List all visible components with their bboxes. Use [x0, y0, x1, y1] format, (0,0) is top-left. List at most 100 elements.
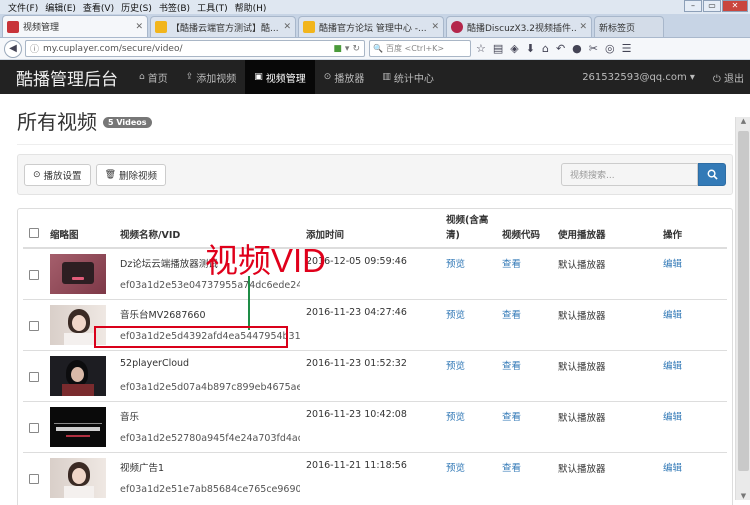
- video-thumbnail[interactable]: [50, 407, 106, 447]
- delete-video-button[interactable]: 🗑 删除视频: [95, 163, 167, 186]
- edit-link[interactable]: 编辑: [663, 358, 724, 372]
- video-thumbnail[interactable]: [50, 254, 106, 294]
- browser-tab-video-manage[interactable]: 视频管理 ✕: [2, 15, 148, 37]
- browser-tab-cloud-test[interactable]: 【酷播云端官方测试】酷... ✕: [150, 16, 296, 37]
- shield-icon[interactable]: ■: [333, 44, 342, 54]
- col-action: 操作: [660, 209, 727, 249]
- home-icon[interactable]: ⌂: [542, 42, 549, 55]
- edit-link[interactable]: 编辑: [663, 256, 724, 270]
- menu-file[interactable]: 文件(F): [8, 1, 38, 14]
- nav-add-video[interactable]: ⇪ 添加视频: [177, 60, 246, 94]
- window-controls: – ▭ ✕: [684, 0, 748, 12]
- search-button[interactable]: [698, 163, 726, 186]
- play-settings-button[interactable]: ⊙ 播放设置: [24, 163, 91, 186]
- menu-edit[interactable]: 编辑(E): [45, 1, 76, 14]
- browser-search-input[interactable]: 🔍 百度 <Ctrl+K>: [369, 40, 471, 57]
- folder-favicon-icon: [303, 21, 315, 33]
- search-placeholder: 视频搜索...: [570, 171, 615, 181]
- player-name: 默认播放器: [558, 362, 606, 373]
- col-code: 视频代码: [499, 209, 555, 249]
- video-vid: ef03a1d2e5d07a4b897c899eb4675ae8: [120, 382, 300, 393]
- button-label: 播放设置: [43, 170, 82, 182]
- browser-tab-forum-admin[interactable]: 酷播官方论坛 管理中心 -... ✕: [298, 16, 444, 37]
- view-code-link[interactable]: 查看: [502, 256, 552, 270]
- preview-link[interactable]: 预览: [446, 409, 496, 423]
- dropdown-icon[interactable]: ▾: [345, 44, 350, 54]
- menu-history[interactable]: 历史(S): [121, 1, 152, 14]
- menu-tools[interactable]: 工具(T): [197, 1, 228, 14]
- nav-stats[interactable]: ▥ 统计中心: [373, 60, 443, 94]
- user-menu[interactable]: 261532593@qq.com ▾: [582, 72, 695, 83]
- menu-help[interactable]: 帮助(H): [235, 1, 267, 14]
- video-name: 音乐: [120, 412, 140, 423]
- reload-icon[interactable]: ↻: [352, 44, 360, 54]
- scroll-down-icon[interactable]: ▼: [736, 492, 750, 500]
- browser-tab-discuz-plugin[interactable]: 酷播DiscuzX3.2视频插件... ✕: [446, 16, 592, 37]
- maximize-button[interactable]: ▭: [703, 0, 721, 12]
- row-checkbox[interactable]: [29, 474, 39, 484]
- nav-video-manage[interactable]: ▣ 视频管理: [245, 60, 315, 94]
- minimize-button[interactable]: –: [684, 0, 702, 12]
- reading-list-icon[interactable]: ▤: [493, 42, 503, 55]
- folder-favicon-icon: [155, 21, 167, 33]
- col-video: 视频(含高清): [443, 209, 499, 249]
- browser-tab-new[interactable]: 新标签页: [594, 16, 664, 37]
- undo-icon[interactable]: ↶: [556, 42, 565, 55]
- sync-icon[interactable]: ◎: [605, 42, 615, 55]
- row-checkbox[interactable]: [29, 372, 39, 382]
- screenshot-icon[interactable]: ✂: [589, 42, 598, 55]
- close-tab-icon[interactable]: ✕: [135, 22, 143, 32]
- scrollbar-thumb[interactable]: [738, 131, 749, 471]
- browser-menubar: 文件(F) 编辑(E) 查看(V) 历史(S) 书签(B) 工具(T) 帮助(H…: [0, 0, 750, 14]
- video-search-input[interactable]: 视频搜索...: [561, 163, 698, 186]
- video-thumbnail[interactable]: [50, 356, 106, 396]
- nav-label: 视频管理: [265, 73, 306, 85]
- preview-link[interactable]: 预览: [446, 256, 496, 270]
- close-tab-icon[interactable]: ✕: [431, 22, 439, 32]
- address-bar[interactable]: ⓘ my.cuplayer.com/secure/video/ ■ ▾ ↻: [25, 40, 365, 57]
- scroll-up-icon[interactable]: ▲: [736, 117, 750, 125]
- preview-link[interactable]: 预览: [446, 460, 496, 474]
- nav-right: 261532593@qq.com ▾ ⏻ 退出: [582, 70, 750, 85]
- logout-button[interactable]: ⏻ 退出: [713, 70, 744, 85]
- edit-link[interactable]: 编辑: [663, 409, 724, 423]
- select-all-checkbox[interactable]: [29, 228, 39, 238]
- close-window-button[interactable]: ✕: [722, 0, 748, 12]
- nav-player[interactable]: ⊙ 播放器: [315, 60, 374, 94]
- view-code-link[interactable]: 查看: [502, 409, 552, 423]
- nav-home[interactable]: ⌂ 首页: [130, 60, 177, 94]
- view-code-link[interactable]: 查看: [502, 460, 552, 474]
- url-text: my.cuplayer.com/secure/video/: [43, 43, 183, 54]
- edit-link[interactable]: 编辑: [663, 460, 724, 474]
- row-checkbox[interactable]: [29, 423, 39, 433]
- player-name: 默认播放器: [558, 413, 606, 424]
- preview-link[interactable]: 预览: [446, 307, 496, 321]
- video-vid: ef03a1d2e52780a945f4e24a703fd4ad: [120, 433, 300, 444]
- nav-label: 统计中心: [393, 73, 434, 85]
- tab-title: 酷播官方论坛 管理中心 -...: [319, 23, 427, 34]
- star-icon[interactable]: ☆: [476, 42, 486, 55]
- close-tab-icon[interactable]: ✕: [283, 22, 291, 32]
- view-code-link[interactable]: 查看: [502, 358, 552, 372]
- shield-toolbar-icon[interactable]: ◈: [510, 42, 518, 55]
- row-checkbox[interactable]: [29, 321, 39, 331]
- page-scrollbar[interactable]: ▲ ▼: [735, 117, 750, 500]
- view-code-link[interactable]: 查看: [502, 307, 552, 321]
- row-checkbox[interactable]: [29, 270, 39, 280]
- menu-bookmarks[interactable]: 书签(B): [159, 1, 190, 14]
- app-brand[interactable]: 酷播管理后台: [0, 65, 130, 90]
- back-button[interactable]: ◀: [4, 39, 22, 58]
- close-tab-icon[interactable]: ✕: [579, 22, 587, 32]
- addon-icon[interactable]: ●: [572, 42, 582, 55]
- edit-link[interactable]: 编辑: [663, 307, 724, 321]
- info-icon[interactable]: ⓘ: [30, 42, 39, 55]
- added-time: 2016-11-23 01:52:32: [306, 358, 407, 369]
- menu-hamburger-icon[interactable]: ☰: [622, 42, 632, 55]
- browser-navbar: ◀ ⓘ my.cuplayer.com/secure/video/ ■ ▾ ↻ …: [0, 38, 750, 60]
- menu-view[interactable]: 查看(V): [83, 1, 114, 14]
- download-icon[interactable]: ⬇: [526, 42, 535, 55]
- power-icon: ⏻: [712, 73, 721, 85]
- site-favicon-icon: [7, 20, 19, 33]
- preview-link[interactable]: 预览: [446, 358, 496, 372]
- video-thumbnail[interactable]: [50, 458, 106, 498]
